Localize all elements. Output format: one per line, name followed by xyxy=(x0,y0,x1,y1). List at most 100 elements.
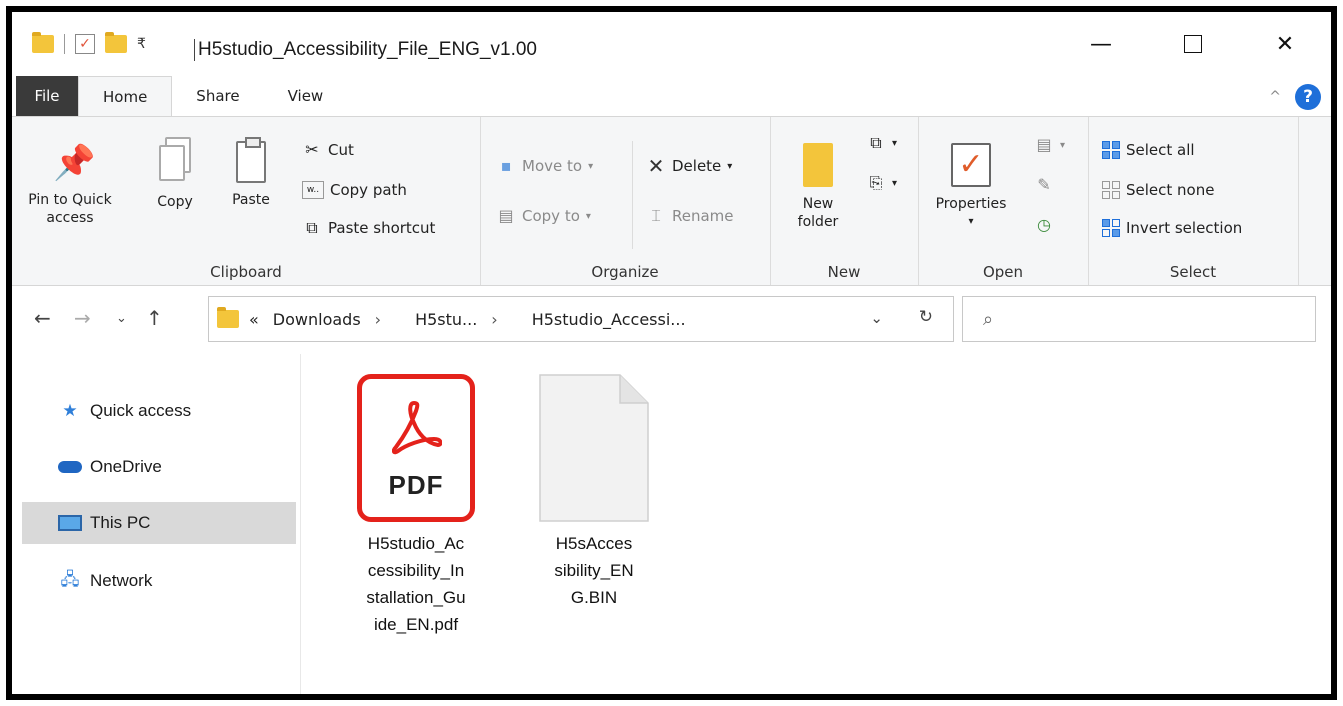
open-button[interactable]: ▤ ▾ xyxy=(1034,137,1065,153)
star-icon: ★ xyxy=(62,401,78,420)
tab-view[interactable]: View xyxy=(264,76,348,116)
nav-item-quick-access[interactable]: ★ Quick access xyxy=(22,390,296,432)
rename-label: Rename xyxy=(672,207,734,225)
paste-button[interactable]: Paste xyxy=(224,137,278,209)
nav-item-onedrive[interactable]: OneDrive xyxy=(22,446,296,488)
file-name-line: sibility_EN xyxy=(554,561,634,580)
navigation-pane: ★ Quick access OneDrive This PC 🖧 Networ… xyxy=(12,354,301,694)
copy-button[interactable]: Copy xyxy=(150,137,200,211)
copy-path-label: Copy path xyxy=(330,181,407,199)
select-all-label: Select all xyxy=(1126,141,1195,159)
new-item-icon: ⧉ xyxy=(870,133,882,152)
customize-toolbar-icon[interactable]: ₹ xyxy=(137,36,146,52)
organize-group: ▪ Move to ▾ ▤ Copy to ▾ ✕ Delete ▾ ⌶ Ren… xyxy=(480,117,771,285)
pin-label-line2: access xyxy=(46,210,94,226)
breadcrumb-chevron-icon[interactable]: › xyxy=(375,310,381,329)
close-button[interactable]: ✕ xyxy=(1239,12,1331,76)
file-name-line: cessibility_In xyxy=(367,561,465,580)
nav-item-label: Quick access xyxy=(90,401,192,420)
file-item-pdf[interactable]: PDF H5studio_Ac cessibility_In stallatio… xyxy=(341,374,491,638)
cloud-icon xyxy=(58,458,82,476)
minimize-button[interactable]: — xyxy=(1055,12,1147,76)
toolbar-separator xyxy=(64,34,65,54)
properties-button[interactable]: ✓ Properties ▾ xyxy=(926,143,1016,231)
copy-icon xyxy=(159,137,191,185)
back-arrow-icon[interactable]: ← xyxy=(34,306,51,330)
help-icon[interactable]: ? xyxy=(1295,84,1321,110)
blank-file-icon xyxy=(538,374,650,522)
nav-item-label: OneDrive xyxy=(90,457,162,476)
paste-shortcut-icon: ⧉ xyxy=(306,218,318,237)
tab-file[interactable]: File xyxy=(16,76,78,116)
select-all-button[interactable]: Select all xyxy=(1102,141,1195,159)
open-group-label: Open xyxy=(982,263,1024,281)
new-item-button[interactable]: ⧉ ▾ xyxy=(866,135,897,151)
ribbon-tabs: File Home Share View ^ ? xyxy=(12,75,1331,118)
clipboard-group: 📌 Pin to Quick access Copy Paste ✂ Cut w… xyxy=(12,117,481,285)
search-box[interactable]: ⌕ xyxy=(962,296,1316,342)
breadcrumb-current[interactable]: H5studio_Accessi... xyxy=(532,310,686,329)
scissors-icon: ✂ xyxy=(305,140,319,159)
pin-to-quick-access-button[interactable]: 📌 Pin to Quick access xyxy=(20,143,120,227)
easy-access-button[interactable]: ⎘ ▾ xyxy=(866,175,897,191)
cut-button[interactable]: ✂ Cut xyxy=(302,141,354,159)
paste-shortcut-button[interactable]: ⧉ Paste shortcut xyxy=(302,219,435,237)
file-list: PDF H5studio_Ac cessibility_In stallatio… xyxy=(301,354,1331,694)
cut-label: Cut xyxy=(328,141,354,159)
refresh-icon[interactable]: ↻ xyxy=(919,307,933,327)
minimize-icon: — xyxy=(1090,31,1112,57)
tab-share[interactable]: Share xyxy=(172,76,263,116)
copy-to-label: Copy to xyxy=(522,207,580,225)
file-item-bin[interactable]: H5sAcces sibility_EN G.BIN xyxy=(519,374,669,611)
nav-item-label: This PC xyxy=(90,513,151,532)
rename-button[interactable]: ⌶ Rename xyxy=(646,206,734,225)
quick-access-toolbar: ✓ ₹ xyxy=(32,32,146,54)
new-group: New folder ⧉ ▾ ⎘ ▾ New xyxy=(770,117,919,285)
move-to-dropdown-icon: ▾ xyxy=(588,160,594,172)
recent-locations-chevron-icon[interactable]: ⌄ xyxy=(116,311,127,326)
nav-item-network[interactable]: 🖧 Network xyxy=(22,560,296,602)
select-all-icon xyxy=(1102,141,1120,159)
copy-path-icon: w.. xyxy=(302,181,324,199)
maximize-button[interactable] xyxy=(1147,12,1239,76)
title-bar: ✓ ₹ H5studio_Accessibility_File_ENG_v1.0… xyxy=(12,12,1331,76)
breadcrumb-chevron-icon[interactable]: › xyxy=(491,310,497,329)
new-folder-button[interactable]: New folder xyxy=(788,143,848,231)
paste-label: Paste xyxy=(232,192,270,208)
history-button[interactable]: ◷ xyxy=(1034,217,1054,233)
copy-path-button[interactable]: w.. Copy path xyxy=(302,181,407,199)
invert-selection-button[interactable]: Invert selection xyxy=(1102,219,1242,237)
delete-button[interactable]: ✕ Delete ▾ xyxy=(646,154,733,178)
rename-icon: ⌶ xyxy=(651,206,661,225)
breadcrumb-h5stu[interactable]: H5stu... xyxy=(415,310,477,329)
up-arrow-icon[interactable]: ↑ xyxy=(146,306,163,330)
invert-selection-icon xyxy=(1102,219,1120,237)
select-none-button[interactable]: Select none xyxy=(1102,181,1214,199)
address-folder-icon xyxy=(217,307,239,328)
edit-button[interactable]: ✎ xyxy=(1034,177,1054,193)
network-icon: 🖧 xyxy=(60,569,80,589)
maximize-icon xyxy=(1184,35,1202,53)
properties-check-icon[interactable]: ✓ xyxy=(75,34,95,54)
forward-arrow-icon[interactable]: → xyxy=(74,306,91,330)
file-name-line: G.BIN xyxy=(570,588,618,607)
open-icon: ▤ xyxy=(1036,135,1052,154)
address-overflow[interactable]: « xyxy=(249,310,259,329)
delete-dropdown-icon: ▾ xyxy=(727,160,733,172)
pin-icon: 📌 xyxy=(53,143,96,183)
file-name-line: H5sAcces xyxy=(555,534,633,553)
nav-item-this-pc[interactable]: This PC xyxy=(22,502,296,544)
delete-x-icon: ✕ xyxy=(647,154,665,178)
breadcrumb-downloads[interactable]: Downloads xyxy=(273,310,361,329)
address-bar[interactable]: « Downloads › H5stu... › H5studio_Access… xyxy=(208,296,954,342)
copy-to-button[interactable]: ▤ Copy to ▾ xyxy=(496,207,590,225)
collapse-ribbon-icon[interactable]: ^ xyxy=(1269,89,1281,105)
new-folder-icon[interactable] xyxy=(105,32,127,53)
folder-icon[interactable] xyxy=(32,32,54,53)
organize-group-label: Organize xyxy=(591,263,659,281)
tab-home[interactable]: Home xyxy=(78,75,173,118)
move-to-button[interactable]: ▪ Move to ▾ xyxy=(496,157,594,175)
file-name-line: ide_EN.pdf xyxy=(373,615,459,634)
address-dropdown-icon[interactable]: ⌄ xyxy=(870,309,883,327)
properties-dropdown-icon: ▾ xyxy=(968,216,974,227)
